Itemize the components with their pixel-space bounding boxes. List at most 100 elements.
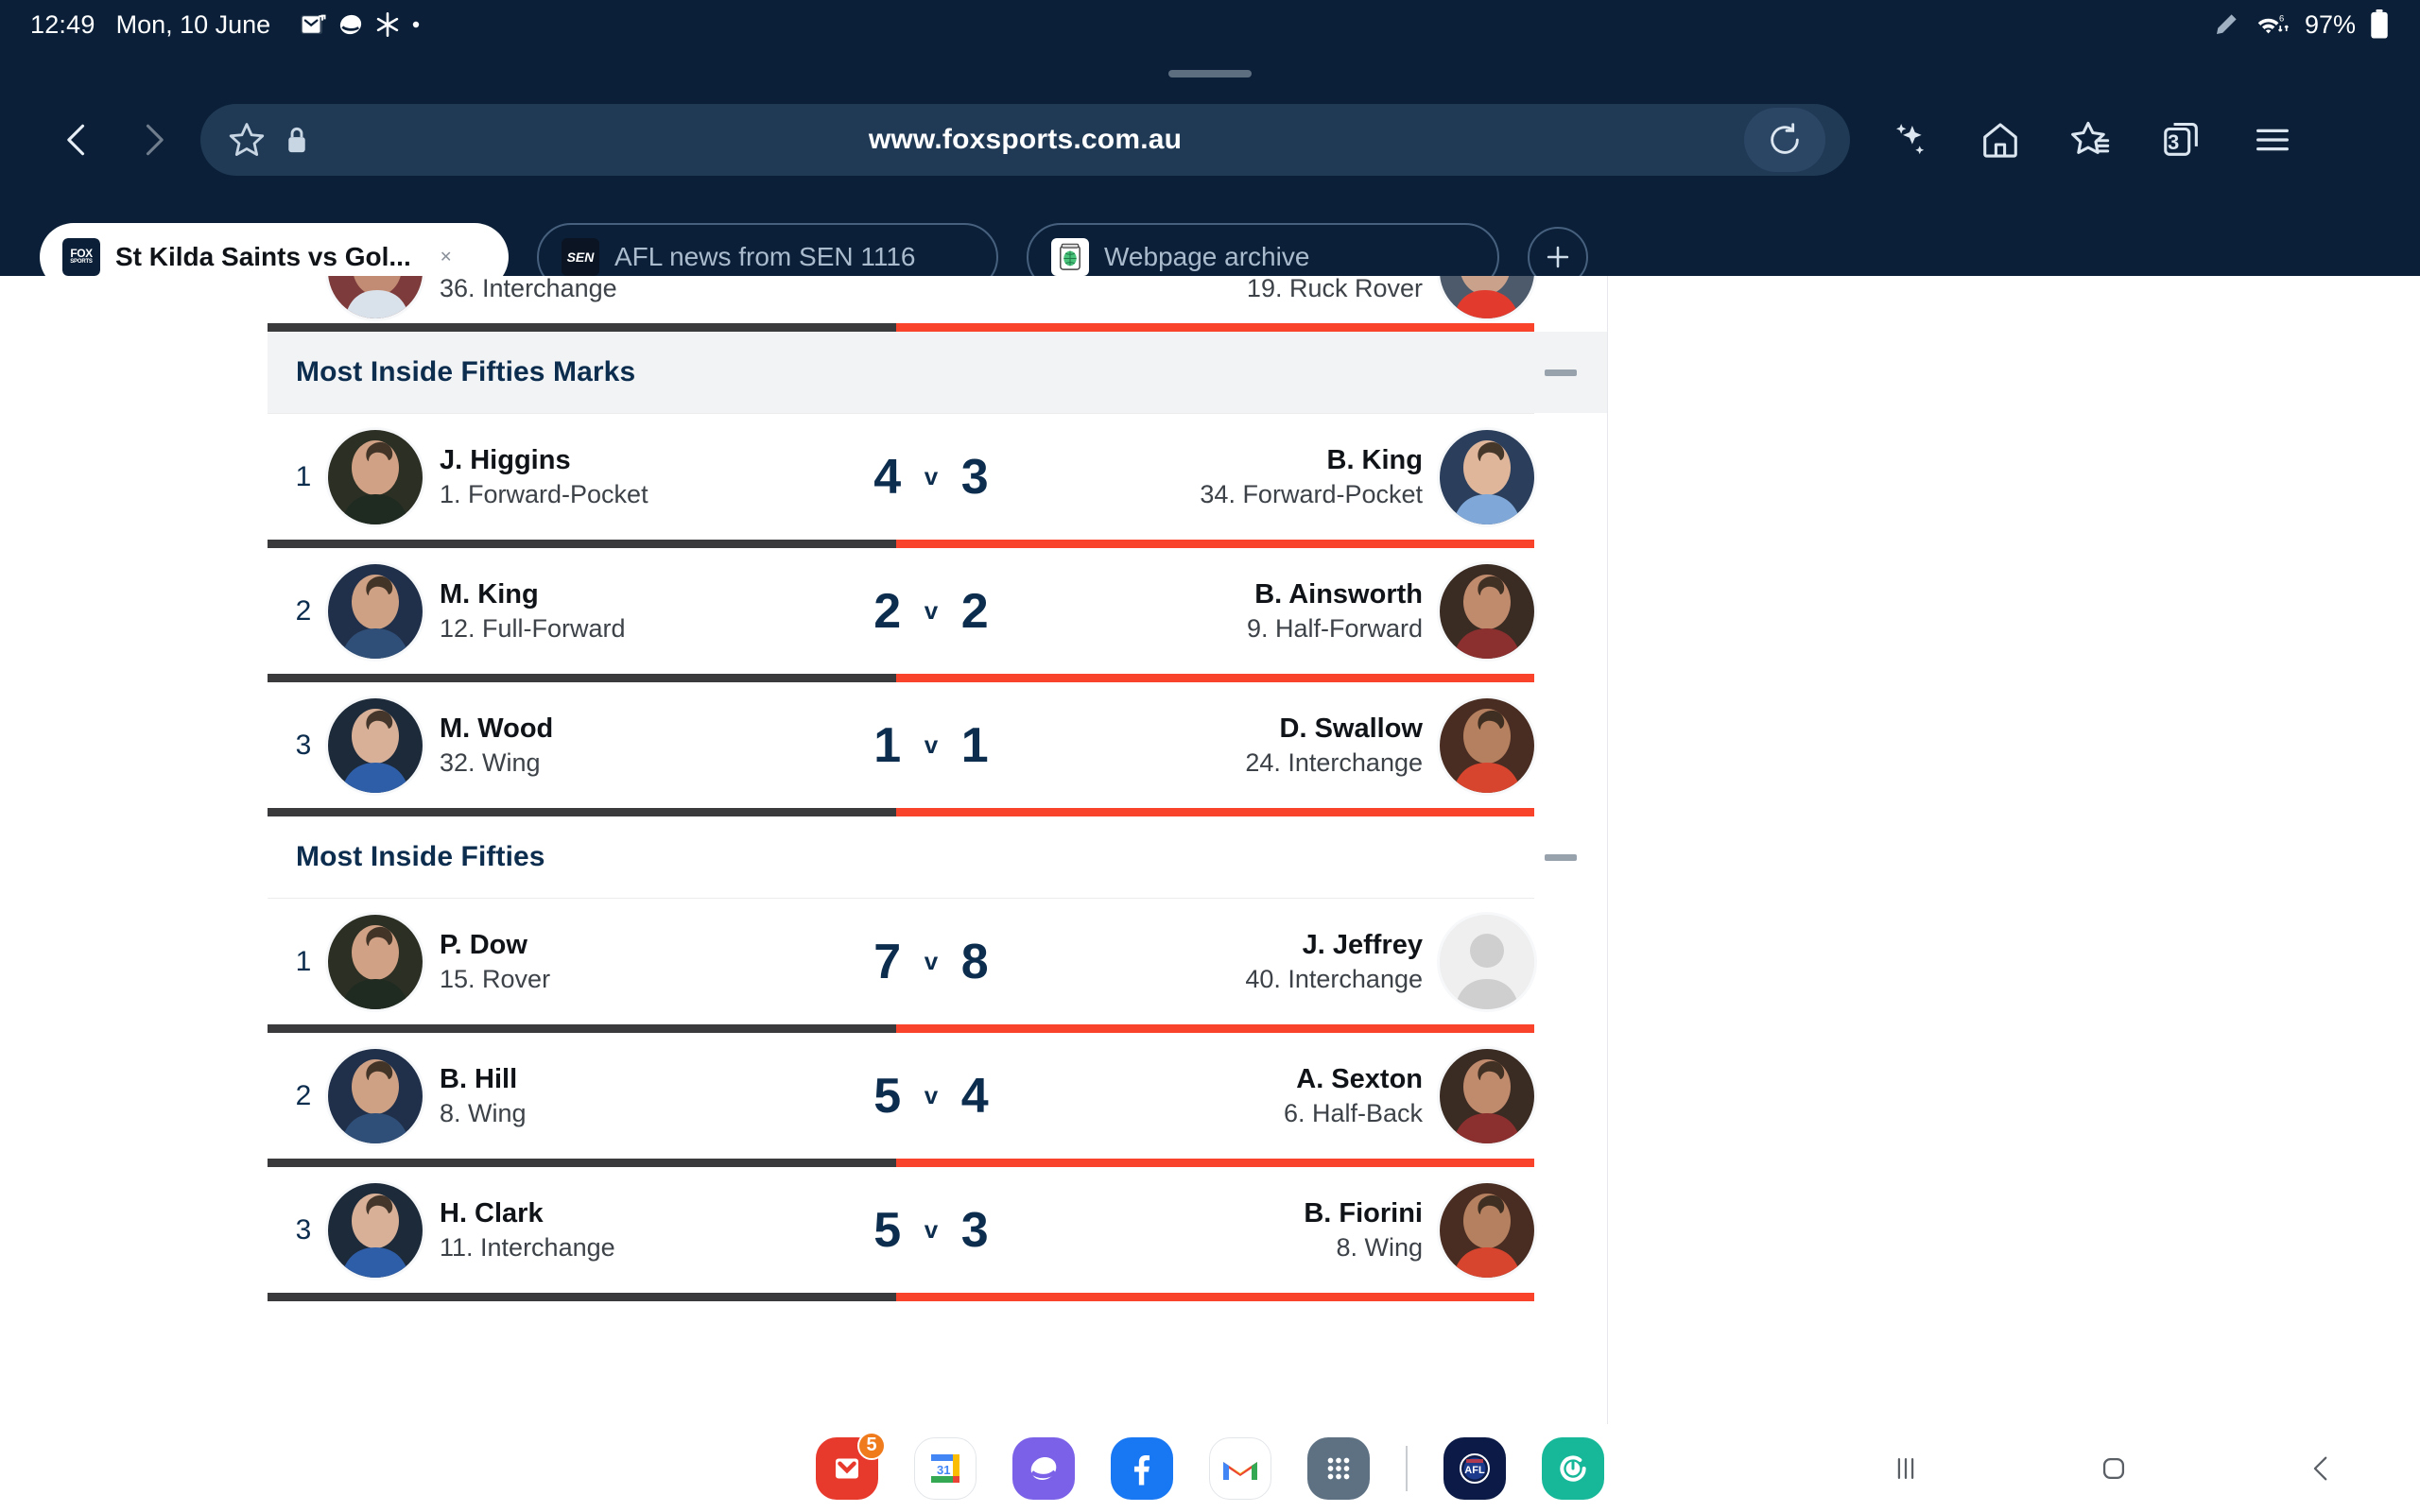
- player-name-block: M. King 12. Full-Forward: [440, 579, 626, 643]
- tabs-icon[interactable]: 3: [2147, 105, 2217, 175]
- wifi-data-icon: 6: [2257, 12, 2289, 34]
- table-row[interactable]: 1 J. Higgins 1. Forward-Pocket 4 v 3 B. King 34…: [268, 414, 1534, 540]
- row-left-player[interactable]: B. Hill 8. Wing: [328, 1048, 820, 1143]
- avatar: [1440, 697, 1534, 793]
- android-nav-bar: [1877, 1424, 2350, 1512]
- section-header-0[interactable]: Most Inside Fifties Marks: [268, 332, 1607, 413]
- snowflake-icon: [376, 12, 399, 37]
- browser-chrome: www.foxsports.com.au 3 FOX SPORTS St Kil…: [0, 49, 2420, 291]
- window-drag-handle[interactable]: [1168, 70, 1252, 77]
- row-left-player[interactable]: M. Wood 32. Wing: [328, 697, 820, 793]
- facebook-app-icon[interactable]: [1111, 1436, 1173, 1500]
- row-right-player[interactable]: B. King 34. Forward-Pocket: [1043, 429, 1534, 524]
- toolbar-icons: 3: [1875, 105, 2308, 175]
- section-collapse-toggle[interactable]: [1545, 853, 1577, 861]
- table-row[interactable]: 2 M. King 12. Full-Forward 2 v 2 B. Ainsworth 9…: [268, 548, 1534, 674]
- email-app-icon[interactable]: 5: [816, 1431, 886, 1500]
- row-right-player[interactable]: B. Ainsworth 9. Half-Forward: [1043, 563, 1534, 659]
- row-left-position: 12. Full-Forward: [440, 613, 626, 643]
- svg-text:6: 6: [2279, 12, 2284, 23]
- bookmarks-icon[interactable]: [2056, 105, 2126, 175]
- avatar: [1440, 914, 1534, 1009]
- player-name-block: J. Jeffrey 40. Interchange: [1245, 930, 1423, 993]
- forward-button[interactable]: [115, 102, 191, 178]
- split-bar-left: [268, 674, 896, 682]
- tab-0-close-icon[interactable]: ✕: [426, 237, 466, 277]
- reload-icon[interactable]: [1744, 108, 1825, 172]
- gmail-app-icon[interactable]: [1209, 1436, 1271, 1500]
- row-right-player[interactable]: D. Swallow 24. Interchange: [1043, 697, 1534, 793]
- row-right-score: 3: [960, 1202, 989, 1258]
- tab-1-label: AFL news from SEN 1116: [614, 242, 916, 271]
- avatar: [1440, 563, 1534, 659]
- table-row[interactable]: 2 B. Hill 8. Wing 5 v 4 A. Sexton 6. Half-Back: [268, 1033, 1534, 1159]
- lock-icon[interactable]: [278, 118, 316, 162]
- row-right-player[interactable]: A. Sexton 6. Half-Back: [1043, 1048, 1534, 1143]
- address-bar[interactable]: www.foxsports.com.au: [200, 104, 1850, 176]
- row-left-player[interactable]: H. Clark 11. Interchange: [328, 1182, 820, 1278]
- column-divider: [1607, 276, 1608, 1424]
- status-date: Mon, 10 June: [115, 9, 271, 39]
- split-bar-left: [268, 1293, 896, 1301]
- row-left-player[interactable]: M. King 12. Full-Forward: [328, 563, 820, 659]
- row-right-name: B. Ainsworth: [1254, 579, 1423, 610]
- afl-app-icon[interactable]: AFL: [1443, 1436, 1506, 1500]
- split-bar-right: [896, 1159, 1534, 1167]
- home-button[interactable]: [2085, 1440, 2142, 1497]
- row-vs-label: v: [924, 596, 939, 625]
- menu-icon[interactable]: [2238, 105, 2308, 175]
- row-right-position: 6. Half-Back: [1283, 1098, 1423, 1127]
- row-right-player: 19. Ruck Rover: [1043, 276, 1534, 318]
- row-right-player[interactable]: B. Fiorini 8. Wing: [1043, 1182, 1534, 1278]
- section-title: Most Inside Fifties Marks: [296, 356, 636, 387]
- split-bar-right: [896, 808, 1534, 816]
- split-bar-right: [896, 540, 1534, 548]
- avatar: [328, 914, 423, 1009]
- team-split-bar: [268, 808, 1534, 816]
- team-split-bar: [268, 323, 1534, 332]
- avatar: [1440, 1182, 1534, 1278]
- row-right-position: 8. Wing: [1336, 1232, 1423, 1262]
- table-row[interactable]: 3 H. Clark 11. Interchange 5 v 3 B. Fiorini 8. …: [268, 1167, 1534, 1293]
- row-score: 5v4: [820, 1068, 1043, 1125]
- row-left-player[interactable]: P. Dow 15. Rover: [328, 914, 820, 1009]
- split-bar-left: [268, 540, 896, 548]
- home-icon[interactable]: [1965, 105, 2035, 175]
- calendar-app-icon[interactable]: 31: [914, 1436, 977, 1500]
- row-score: 7v8: [820, 934, 1043, 990]
- row-left-name: J. Higgins: [440, 445, 571, 476]
- url-text: www.foxsports.com.au: [868, 124, 1183, 155]
- row-left-score: 1: [873, 717, 902, 773]
- browser-toolbar: www.foxsports.com.au 3: [0, 94, 2420, 185]
- sparkle-ai-icon[interactable]: [1875, 105, 1945, 175]
- row-left-name: M. King: [440, 579, 539, 610]
- split-bar-left: [268, 1159, 896, 1167]
- status-bar-left: 12:49 Mon, 10 June: [30, 10, 422, 40]
- table-row[interactable]: 1 P. Dow 15. Rover 7 v 8 J. Jeffrey 40. Interch…: [268, 899, 1534, 1024]
- refresh-app-icon[interactable]: [1542, 1436, 1604, 1500]
- section-header-1[interactable]: Most Inside Fifties: [268, 816, 1607, 898]
- tab-count-label: 3: [2168, 130, 2180, 154]
- player-name-block: M. Wood 32. Wing: [440, 713, 553, 777]
- back-nav-button[interactable]: [2293, 1440, 2350, 1497]
- player-name-block: B. King 34. Forward-Pocket: [1200, 445, 1423, 508]
- recents-button[interactable]: [1877, 1440, 1934, 1497]
- apps-drawer-icon[interactable]: [1307, 1436, 1370, 1500]
- split-bar-left: [268, 1024, 896, 1033]
- split-bar-right: [896, 1024, 1534, 1033]
- table-row[interactable]: 3 M. Wood 32. Wing 1 v 1 D. Swallow 24. Interch…: [268, 682, 1534, 808]
- section-collapse-toggle[interactable]: [1545, 369, 1577, 376]
- row-right-player[interactable]: J. Jeffrey 40. Interchange: [1043, 914, 1534, 1009]
- back-button[interactable]: [40, 102, 115, 178]
- samsung-internet-app-icon[interactable]: [1012, 1436, 1075, 1500]
- tab-0-label: St Kilda Saints vs Gol...: [115, 242, 411, 271]
- row-rank: 2: [295, 594, 312, 627]
- bookmark-star-icon[interactable]: [225, 118, 268, 162]
- table-row[interactable]: 36. Interchange 19. Ruck Rover: [268, 276, 1534, 323]
- row-split-bar: [268, 1159, 1534, 1167]
- row-left-player[interactable]: J. Higgins 1. Forward-Pocket: [328, 429, 820, 524]
- row-right-score: 8: [960, 934, 989, 989]
- row-split-bar: [268, 540, 1534, 548]
- avatar: [1440, 276, 1534, 318]
- row-left-position: 32. Wing: [440, 747, 541, 777]
